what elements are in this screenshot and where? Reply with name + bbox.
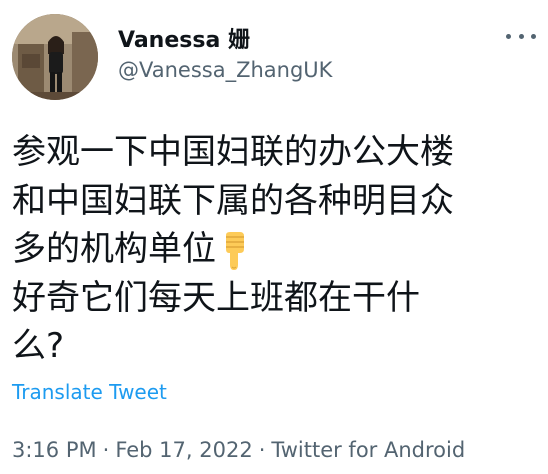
separator: · bbox=[258, 438, 266, 462]
tweet-card: Vanessa 姗 @Vanessa_ZhangUK 参观一下中国妇联的办公大楼… bbox=[0, 0, 548, 474]
avatar[interactable] bbox=[12, 14, 98, 100]
tweet-date-link[interactable]: Feb 17, 2022 bbox=[115, 438, 252, 462]
more-dots-icon[interactable] bbox=[506, 24, 536, 48]
profile-photo-icon bbox=[12, 14, 98, 100]
tweet-line-text: 多的机构单位 bbox=[12, 229, 216, 269]
display-name[interactable]: Vanessa 姗 bbox=[118, 22, 250, 54]
tweet-meta: 3:16 PM · Feb 17, 2022 · Twitter for Android bbox=[12, 438, 465, 462]
translate-tweet-link[interactable]: Translate Tweet bbox=[12, 380, 167, 404]
separator: · bbox=[102, 438, 110, 462]
tweet-source-link[interactable]: Twitter for Android bbox=[271, 438, 465, 462]
tweet-line-with-emoji: 多的机构单位 bbox=[12, 225, 542, 274]
dot bbox=[506, 33, 511, 39]
dot bbox=[518, 33, 524, 39]
tweet-line: 和中国妇联下属的各种明目众 bbox=[12, 180, 454, 221]
dot bbox=[531, 33, 536, 39]
user-handle[interactable]: @Vanessa_ZhangUK bbox=[118, 58, 332, 82]
tweet-line: 好奇它们每天上班都在干什 bbox=[12, 277, 420, 318]
tweet-line: 么? bbox=[12, 326, 65, 366]
point-down-emoji-icon bbox=[226, 231, 244, 270]
tweet-time-link[interactable]: 3:16 PM bbox=[12, 438, 97, 462]
tweet-line: 参观一下中国妇联的办公大楼 bbox=[12, 132, 454, 172]
tweet-text: 参观一下中国妇联的办公大楼 和中国妇联下属的各种明目众 多的机构单位 好奇它们每… bbox=[12, 128, 542, 371]
